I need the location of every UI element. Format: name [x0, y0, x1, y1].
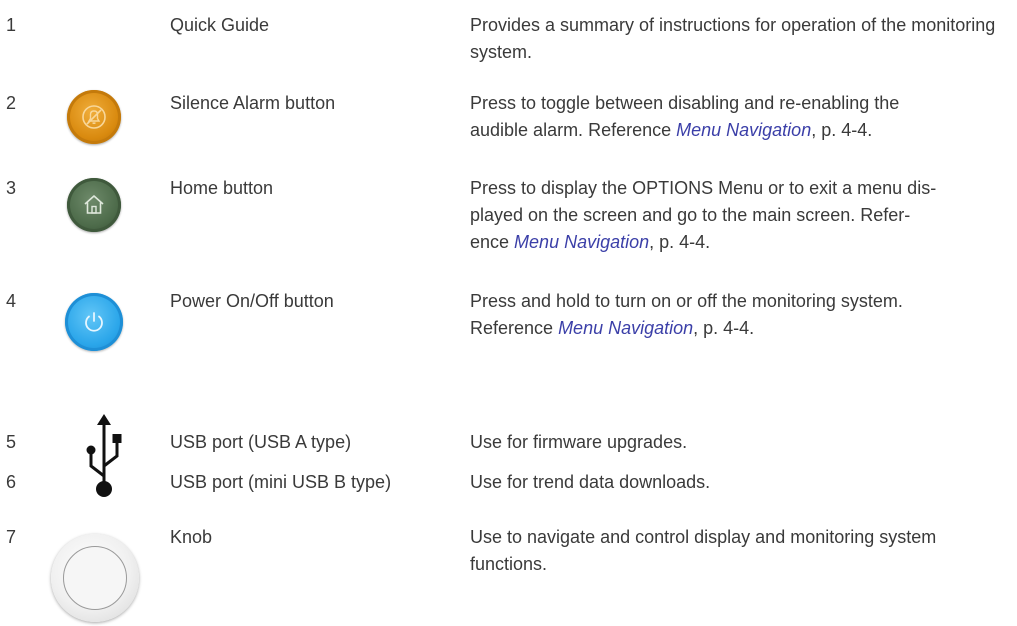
description-line: Reference Menu Navigation, p. 4-4. [470, 315, 1005, 342]
component-description: Press to toggle between disabling and re… [470, 90, 1005, 144]
usb-icon [86, 414, 122, 497]
row-number: 5 [6, 432, 17, 452]
silence-alarm-icon [82, 105, 106, 129]
description-line: Press to toggle between disabling and re… [470, 93, 900, 113]
description-text: , p. 4-4. [693, 318, 755, 338]
component-name: Knob [170, 527, 213, 547]
component-name: Silence Alarm button [170, 93, 336, 113]
component-description: Use to navigate and control display and … [470, 527, 937, 574]
component-description: Use for trend data downloads. [470, 472, 711, 492]
row-number: 3 [6, 178, 17, 198]
description-text: Reference [470, 318, 559, 338]
row-number: 7 [6, 527, 17, 547]
menu-navigation-link[interactable]: Menu Navigation [514, 232, 649, 252]
component-name: Power On/Off button [170, 291, 334, 311]
description-text: , p. 4-4. [649, 232, 711, 252]
description-text: ence [470, 232, 515, 252]
power-button [65, 293, 123, 351]
component-description: Use for firmware upgrades. [470, 432, 688, 452]
power-icon [85, 312, 103, 332]
component-description: Provides a summary of instructions for o… [470, 15, 996, 62]
knob-icon [51, 534, 139, 622]
row-number: 4 [6, 291, 17, 311]
description-line: ence Menu Navigation, p. 4-4. [470, 229, 1005, 256]
row-number: 6 [6, 472, 17, 492]
component-name: Home button [170, 178, 274, 198]
row-number: 1 [6, 15, 17, 35]
description-text: , p. 4-4. [811, 120, 873, 140]
component-description: Press and hold to turn on or off the mon… [470, 288, 1005, 342]
home-icon [84, 195, 104, 214]
home-button [67, 178, 121, 232]
row-number: 2 [6, 93, 17, 113]
component-name: USB port (USB A type) [170, 432, 352, 452]
description-line: played on the screen and go to the main … [470, 205, 911, 225]
knob-center [63, 546, 127, 610]
component-name: USB port (mini USB B type) [170, 472, 392, 492]
component-description: Press to display the OPTIONS Menu or to … [470, 175, 1005, 256]
component-name: Quick Guide [170, 15, 270, 35]
description-line: Press to display the OPTIONS Menu or to … [470, 178, 937, 198]
description-text: audible alarm. Reference [470, 120, 677, 140]
menu-navigation-link[interactable]: Menu Navigation [676, 120, 811, 140]
silence-alarm-button [67, 90, 121, 144]
description-line: Press and hold to turn on or off the mon… [470, 291, 903, 311]
description-line: audible alarm. Reference Menu Navigation… [470, 117, 1005, 144]
menu-navigation-link[interactable]: Menu Navigation [558, 318, 693, 338]
